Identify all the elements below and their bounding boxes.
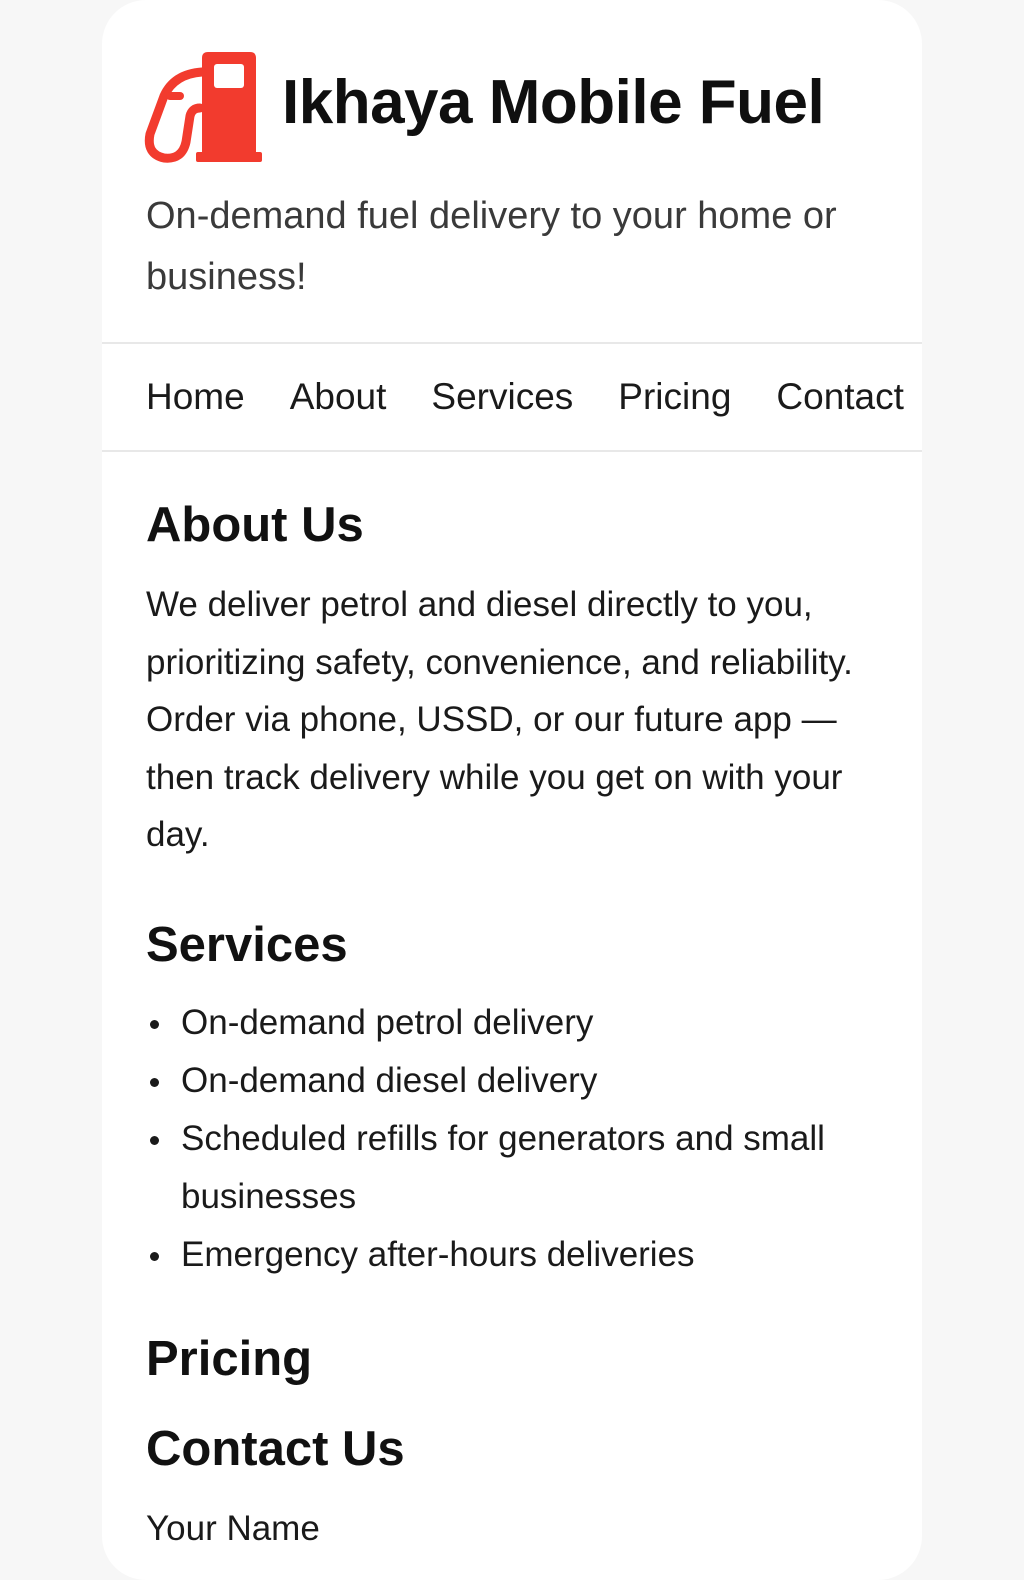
services-section: Services On-demand petrol delivery On-de…: [146, 912, 878, 1284]
bullet-icon: [150, 1251, 159, 1261]
page-card: Ikhaya Mobile Fuel On-demand fuel delive…: [102, 0, 922, 1580]
main-content: About Us We deliver petrol and diesel di…: [102, 452, 922, 1558]
bullet-icon: [150, 1019, 159, 1029]
service-list: On-demand petrol delivery On-demand dies…: [146, 994, 881, 1284]
list-item: Emergency after-hours deliveries: [146, 1226, 881, 1284]
about-text: We deliver petrol and diesel directly to…: [146, 585, 853, 854]
contact-title: Contact Us: [146, 1421, 405, 1476]
app-title: Ikhaya Mobile Fuel: [282, 68, 825, 137]
nav-item-home[interactable]: Home: [146, 374, 245, 420]
bullet-icon: [150, 1135, 159, 1145]
service-label: Emergency after-hours deliveries: [181, 1234, 695, 1274]
nav-item-pricing[interactable]: Pricing: [618, 374, 731, 420]
list-item: On-demand petrol delivery: [146, 994, 881, 1052]
pricing-title: Pricing: [146, 1331, 313, 1386]
service-label: On-demand diesel delivery: [181, 1060, 598, 1100]
fuel-pump-icon: [144, 52, 262, 163]
nav-items: Home About Services Pricing Contact: [146, 374, 904, 420]
service-label: On-demand petrol delivery: [181, 1002, 594, 1042]
main-nav: Home About Services Pricing Contact: [102, 342, 922, 452]
name-field-label: Your Name: [146, 1508, 320, 1548]
about-section: About Us We deliver petrol and diesel di…: [146, 492, 878, 864]
nav-item-services[interactable]: Services: [431, 374, 573, 420]
services-title: Services: [146, 917, 348, 972]
list-item: On-demand diesel delivery: [146, 1052, 881, 1110]
service-label: Scheduled refills for generators and sma…: [181, 1118, 825, 1216]
contact-section: Contact Us Your Name: [146, 1416, 878, 1558]
about-title: About Us: [146, 498, 364, 552]
site-header: Ikhaya Mobile Fuel On-demand fuel delive…: [102, 0, 922, 342]
pricing-section: Pricing: [146, 1326, 878, 1392]
nav-item-contact[interactable]: Contact: [776, 374, 904, 420]
tagline: On-demand fuel delivery to your home or …: [146, 195, 837, 298]
bullet-icon: [150, 1077, 159, 1087]
nav-item-about[interactable]: About: [290, 374, 387, 420]
list-item: Scheduled refills for generators and sma…: [146, 1110, 881, 1226]
